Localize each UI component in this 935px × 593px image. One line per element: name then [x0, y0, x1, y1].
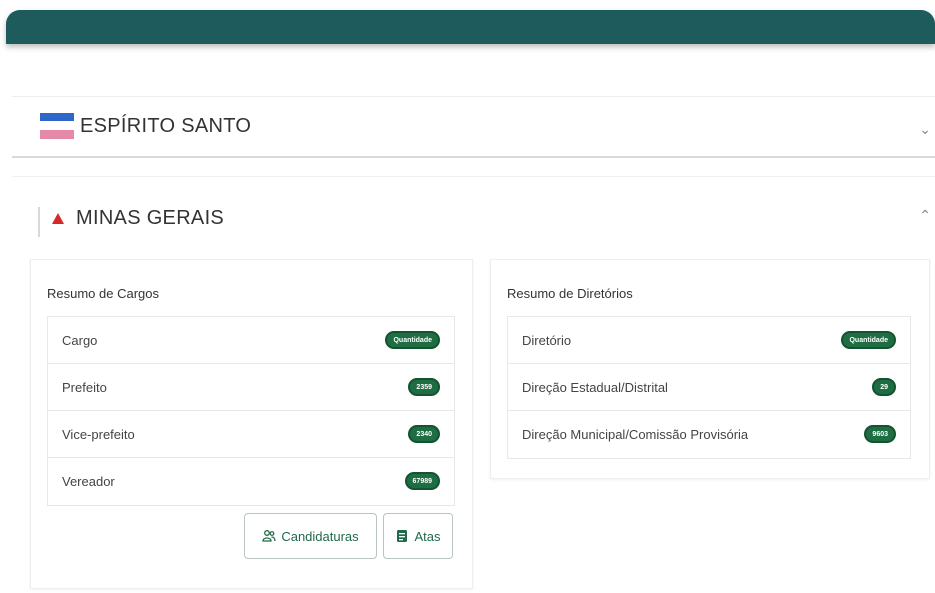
cargo-label: Prefeito	[62, 379, 107, 395]
table-row: Vice-prefeito 2340	[48, 411, 454, 458]
cargo-label: Vice-prefeito	[62, 426, 135, 442]
state-accordion-es[interactable]: ESPÍRITO SANTO ⌄	[12, 96, 935, 158]
table-row: Prefeito 2359	[48, 364, 454, 411]
header-divider	[38, 207, 40, 237]
document-icon	[395, 529, 409, 543]
candidaturas-button[interactable]: Candidaturas	[244, 513, 377, 559]
table-header-row: Diretório Quantidade	[508, 317, 910, 364]
minas-gerais-flag-icon	[52, 213, 64, 224]
table-row: Direção Municipal/Comissão Provisória 96…	[508, 411, 910, 458]
diretorios-title: Resumo de Diretórios	[507, 286, 633, 301]
quantidade-badge: Quantidade	[385, 331, 440, 349]
candidaturas-label: Candidaturas	[281, 528, 359, 544]
diretorios-table: Diretório Quantidade Direção Estadual/Di…	[507, 316, 911, 459]
cargos-title: Resumo de Cargos	[47, 286, 159, 301]
diretorio-label: Direção Municipal/Comissão Provisória	[522, 427, 749, 442]
state-header-es[interactable]: ESPÍRITO SANTO ⌄	[12, 97, 935, 159]
state-name-mg: MINAS GERAIS	[76, 207, 225, 229]
count-badge: 2359	[408, 378, 440, 396]
users-icon	[262, 529, 276, 543]
cargo-header-label: Cargo	[62, 332, 98, 348]
chevron-up-icon[interactable]: ⌃	[919, 207, 931, 224]
diretorio-header-label: Diretório	[522, 332, 572, 348]
table-row: Direção Estadual/Distrital 29	[508, 364, 910, 411]
atas-button[interactable]: Atas	[383, 513, 453, 559]
cargos-summary-card: Resumo de Cargos Cargo Quantidade Prefei…	[30, 259, 473, 589]
top-navbar	[6, 10, 935, 44]
cargo-label: Vereador	[62, 474, 115, 489]
cargos-table: Cargo Quantidade Prefeito 2359 Vice-pref…	[47, 316, 455, 506]
diretorio-label: Direção Estadual/Distrital	[522, 379, 668, 395]
count-badge: 67989	[404, 472, 440, 490]
table-header-row: Cargo Quantidade	[48, 317, 454, 364]
diretorios-summary-card: Resumo de Diretórios Diretório Quantidad…	[490, 259, 930, 479]
state-accordion-mg: MINAS GERAIS ⌃ Resumo de Cargos Cargo Qu…	[12, 176, 935, 593]
table-row: Vereador 67989	[48, 458, 454, 505]
count-badge: 9603	[864, 425, 896, 443]
count-badge: 29	[872, 378, 896, 396]
count-badge: 2340	[408, 425, 440, 443]
quantidade-badge: Quantidade	[841, 331, 896, 349]
espirito-santo-flag-icon	[40, 113, 74, 139]
atas-label: Atas	[414, 528, 441, 544]
state-name-es: ESPÍRITO SANTO	[80, 115, 252, 137]
chevron-down-icon[interactable]: ⌄	[919, 121, 931, 138]
